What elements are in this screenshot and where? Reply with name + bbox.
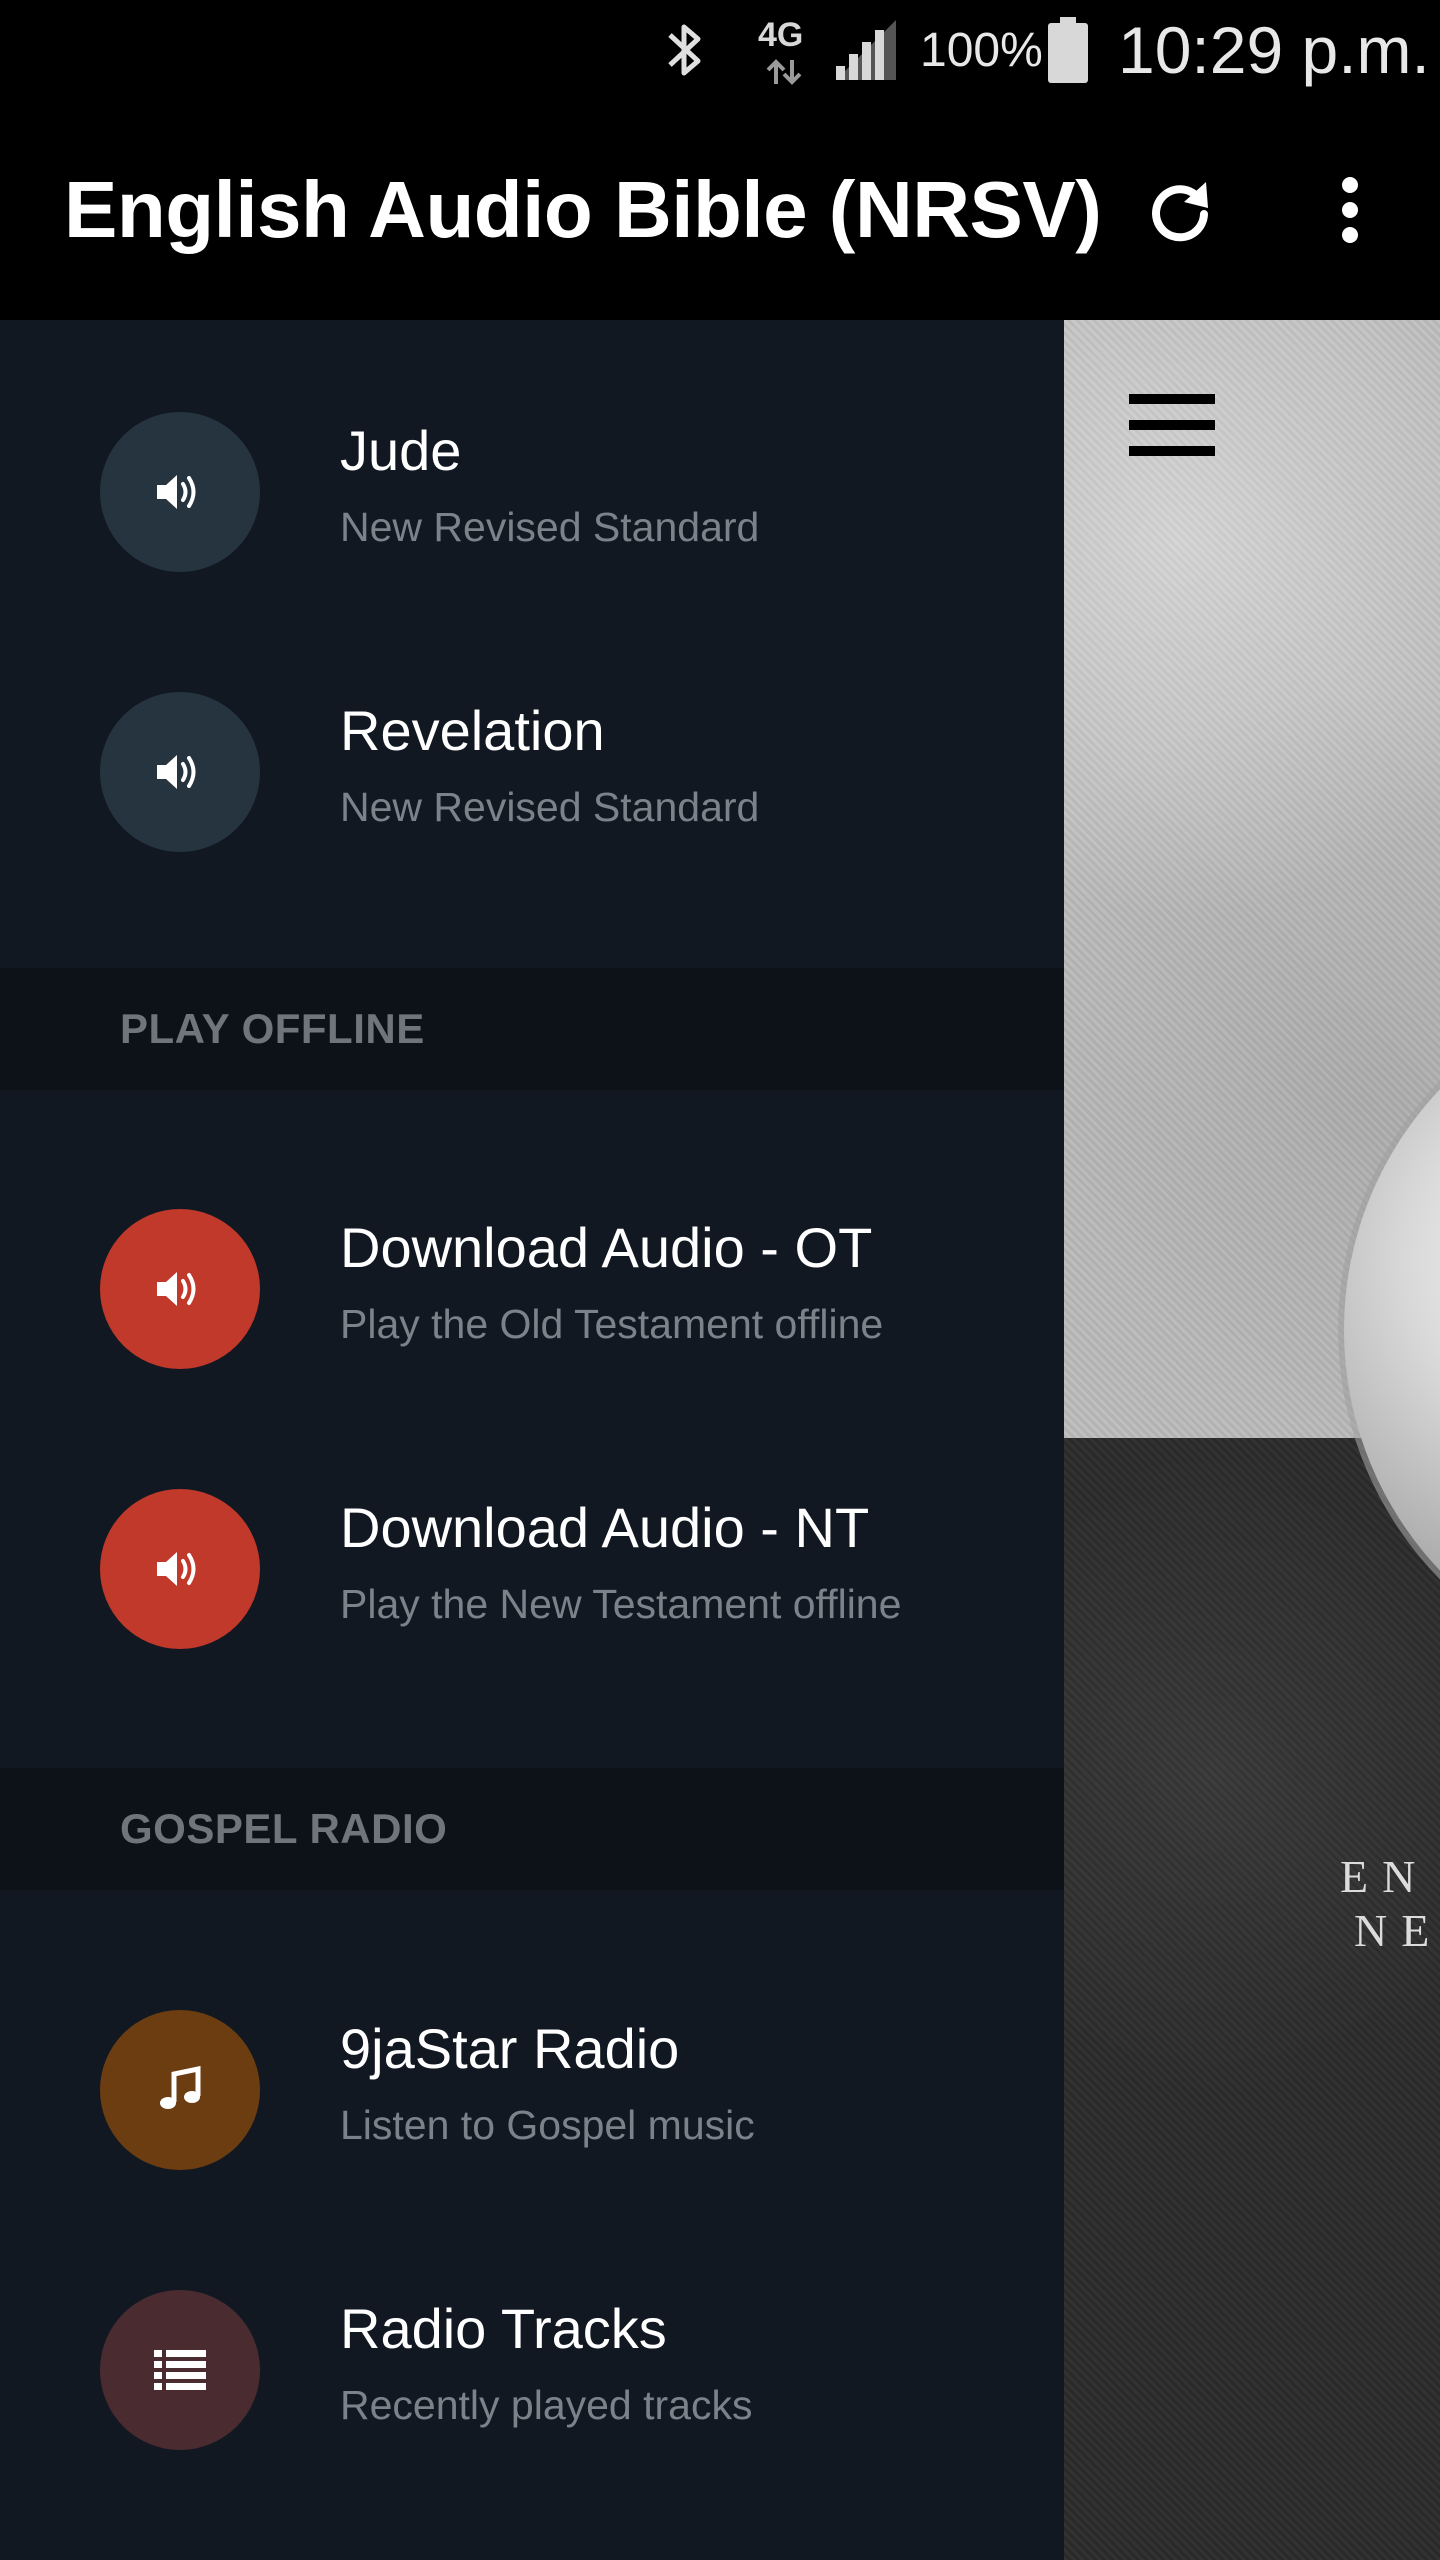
network-type-4g: 4G <box>756 0 816 100</box>
drawer-item-download-ot[interactable]: Download Audio - OT Play the Old Testame… <box>0 1117 1064 1397</box>
drawer-item-title: Download Audio - OT <box>340 1216 873 1279</box>
hamburger-menu-icon <box>1129 394 1215 456</box>
drawer-item-revelation[interactable]: Revelation New Revised Standard <box>0 600 1064 880</box>
refresh-icon <box>1152 182 1208 242</box>
drawer-item-title: Jude <box>340 419 462 482</box>
drawer-item-subtitle: Recently played tracks <box>340 2382 753 2428</box>
drawer-item-jude[interactable]: Jude New Revised Standard <box>0 320 1064 600</box>
download-nt-icon-circle <box>100 1489 260 1649</box>
cover-text-line-2: NE <box>1354 1905 1440 1956</box>
drawer-item-title: Radio Tracks <box>340 2297 667 2360</box>
drawer-item-subtitle: Play the Old Testament offline <box>340 1301 884 1347</box>
speaker-icon <box>157 475 196 509</box>
list-icon <box>154 2350 206 2390</box>
revelation-icon-circle <box>100 692 260 852</box>
app-bar: English Audio Bible (NRSV) <box>0 100 1440 320</box>
speaker-icon <box>157 1272 196 1306</box>
clock: 10:29 p.m. <box>1118 13 1430 87</box>
drawer-item-radio-tracks[interactable]: Radio Tracks Recently played tracks <box>0 2198 1064 2478</box>
tracks-icon-circle <box>100 2290 260 2450</box>
section-header-play-offline: PLAY OFFLINE <box>0 968 1064 1090</box>
menu-button[interactable] <box>1124 386 1220 466</box>
more-options-button[interactable] <box>1300 160 1400 260</box>
drawer-item-subtitle: New Revised Standard <box>340 784 760 830</box>
music-note-icon <box>160 2066 201 2109</box>
cover-text-line-1: EN <box>1340 1851 1430 1902</box>
drawer-item-subtitle: New Revised Standard <box>340 504 760 550</box>
battery-icon <box>1046 0 1092 100</box>
drawer-item-download-nt[interactable]: Download Audio - NT Play the New Testame… <box>0 1397 1064 1677</box>
speaker-icon <box>157 1552 196 1586</box>
bluetooth-icon <box>660 0 714 100</box>
status-bar: 4G 100% 10:29 p.m. <box>0 0 1440 100</box>
drawer-item-subtitle: Play the New Testament offline <box>340 1581 902 1627</box>
download-ot-icon-circle <box>100 1209 260 1369</box>
signal-strength-icon <box>832 0 902 100</box>
drawer-item-title: 9jaStar Radio <box>340 2017 680 2080</box>
drawer-item-subtitle: Listen to Gospel music <box>340 2102 755 2148</box>
more-vert-icon <box>1342 177 1358 243</box>
radio-icon-circle <box>100 2010 260 2170</box>
drawer-item-title: Revelation <box>340 699 605 762</box>
battery-percent: 100% <box>920 23 1043 77</box>
navigation-drawer: Jude New Revised Standard Revelation New… <box>0 320 1064 2560</box>
main-content-background: EN NE <box>1064 320 1440 2560</box>
jude-icon-circle <box>100 412 260 572</box>
speaker-icon <box>157 755 196 789</box>
background-texture-bottom <box>1064 1438 1440 2560</box>
drawer-item-9jastar-radio[interactable]: 9jaStar Radio Listen to Gospel music <box>0 1918 1064 2198</box>
drawer-item-title: Download Audio - NT <box>340 1496 870 1559</box>
refresh-button[interactable] <box>1130 160 1230 260</box>
section-header-label: PLAY OFFLINE <box>120 1005 425 1052</box>
app-title: English Audio Bible (NRSV) <box>64 165 1102 254</box>
section-header-label: GOSPEL RADIO <box>120 1805 448 1852</box>
section-header-gospel-radio: GOSPEL RADIO <box>0 1768 1064 1890</box>
